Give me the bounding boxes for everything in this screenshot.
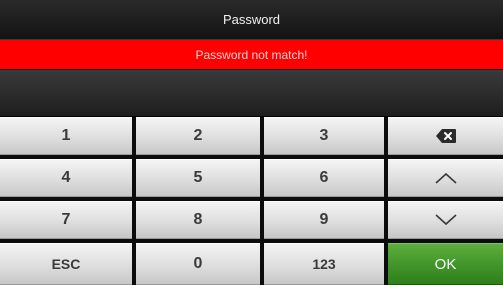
- keypad: 1 2 3 4 5 6 7 8 9 ESC 0 123 OK: [0, 117, 503, 285]
- ok-button[interactable]: OK: [388, 243, 503, 285]
- key-2[interactable]: 2: [136, 117, 260, 155]
- key-4[interactable]: 4: [0, 159, 132, 197]
- chevron-down-icon: [434, 214, 457, 226]
- backspace-button[interactable]: [388, 117, 503, 155]
- screen-title: Password: [222, 12, 281, 27]
- key-5[interactable]: 5: [136, 159, 260, 197]
- chevron-up-icon: [434, 172, 457, 184]
- title-bar: Password: [0, 0, 503, 40]
- error-banner: Password not match!: [0, 40, 503, 69]
- key-7[interactable]: 7: [0, 201, 132, 239]
- password-input-field[interactable]: [0, 70, 503, 116]
- key-8[interactable]: 8: [136, 201, 260, 239]
- up-button[interactable]: [388, 159, 503, 197]
- backspace-icon: [435, 129, 456, 143]
- key-1[interactable]: 1: [0, 117, 132, 155]
- input-mode-button[interactable]: 123: [264, 243, 384, 285]
- key-9[interactable]: 9: [264, 201, 384, 239]
- esc-button[interactable]: ESC: [0, 243, 132, 285]
- key-3[interactable]: 3: [264, 117, 384, 155]
- key-0[interactable]: 0: [136, 243, 260, 285]
- down-button[interactable]: [388, 201, 503, 239]
- key-6[interactable]: 6: [264, 159, 384, 197]
- error-message: Password not match!: [195, 47, 308, 62]
- password-screen: Password Password not match! 1 2 3 4 5 6…: [0, 0, 503, 285]
